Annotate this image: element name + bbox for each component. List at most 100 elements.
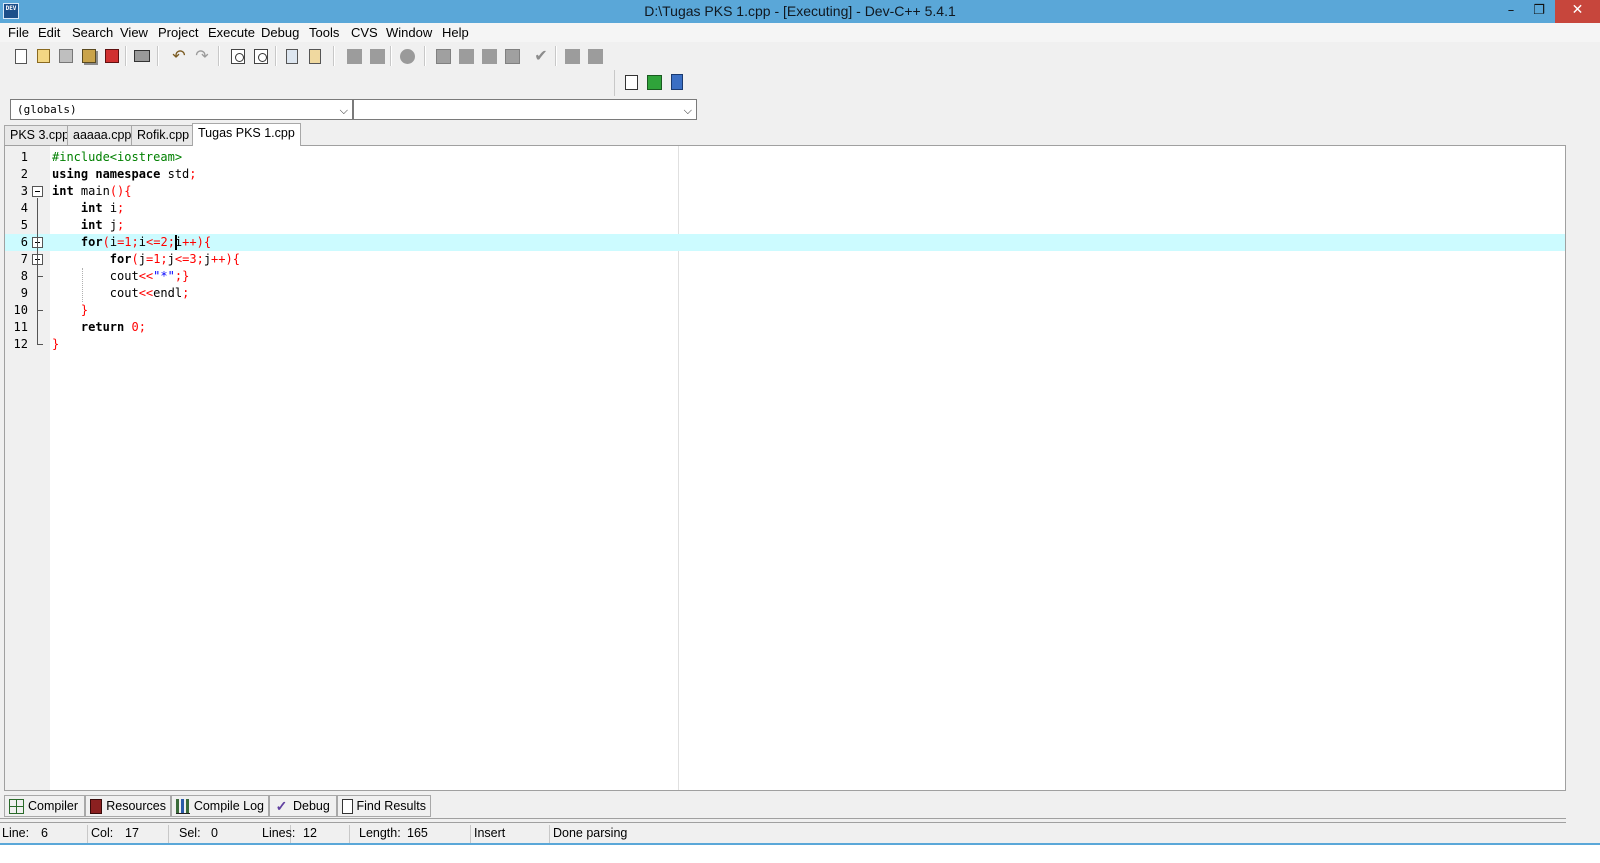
toolbar-separator: [125, 46, 127, 66]
code-text: return 0;: [80, 320, 146, 334]
code-editor[interactable]: 1 #include<iostream> 2 using namespace s…: [4, 145, 1566, 791]
status-mode: Insert: [472, 825, 550, 843]
fold-tree-end: [37, 276, 43, 277]
code-line[interactable]: 1 #include<iostream>: [5, 149, 1565, 166]
scope-select[interactable]: (globals) ⌵: [10, 99, 353, 120]
code-line[interactable]: 11 return 0;: [5, 319, 1565, 336]
code-line[interactable]: 9 cout<<endl;: [5, 285, 1565, 302]
line-number: 9: [20, 286, 28, 300]
new-file-icon[interactable]: [11, 46, 31, 66]
window-title: D:\Tugas PKS 1.cpp - [Executing] - Dev-C…: [644, 3, 956, 19]
code-line[interactable]: 2 using namespace std;: [5, 166, 1565, 183]
secondary-toolbar: [614, 70, 690, 96]
open-project-icon[interactable]: [33, 46, 53, 66]
line-number: 8: [20, 269, 28, 283]
code-line[interactable]: 10 }: [5, 302, 1565, 319]
goto-line-icon[interactable]: [621, 72, 641, 92]
menu-window[interactable]: Window: [386, 25, 432, 40]
insert-bookmark-icon[interactable]: [667, 72, 687, 92]
compile-run-icon[interactable]: [479, 46, 499, 66]
menu-edit[interactable]: Edit: [38, 25, 60, 40]
status-lines-label: Lines:: [262, 826, 296, 840]
menu-tools[interactable]: Tools: [309, 25, 339, 40]
code-line[interactable]: 7 for(j=1;j<=3;j++){: [5, 251, 1565, 268]
status-message: Done parsing: [553, 826, 628, 840]
code-line[interactable]: 5 int j;: [5, 217, 1565, 234]
code-text: for(j=1;j<=3;j++){: [109, 252, 240, 266]
tab-find-results[interactable]: Find Results: [337, 795, 431, 817]
replace-icon[interactable]: [251, 46, 271, 66]
tab-resources-label: Resources: [106, 799, 166, 813]
line-number: 1: [20, 150, 28, 164]
restore-button[interactable]: ❐: [1524, 0, 1554, 23]
syntax-check-icon[interactable]: ✔: [531, 46, 551, 66]
goto-back-icon[interactable]: [344, 46, 364, 66]
indent-icon[interactable]: [282, 46, 302, 66]
toolbar-separator: [555, 46, 557, 66]
editor-tabs: PKS 3.cpp aaaaa.cpp Rofik.cpp Tugas PKS …: [0, 123, 1600, 146]
profile-icon[interactable]: [585, 46, 605, 66]
code-line[interactable]: 3 int main(){: [5, 183, 1565, 200]
tab-compile-log[interactable]: Compile Log: [171, 795, 269, 817]
rebuild-icon[interactable]: [502, 46, 522, 66]
menu-execute[interactable]: Execute: [208, 25, 255, 40]
tab-resources[interactable]: Resources: [85, 795, 171, 817]
add-to-project-icon[interactable]: [644, 72, 664, 92]
save-icon[interactable]: [56, 46, 76, 66]
code-text: int main(){: [52, 184, 132, 198]
close-file-icon[interactable]: [102, 46, 122, 66]
line-number: 12: [13, 337, 28, 351]
fold-tree-line: [37, 198, 38, 345]
status-sel-value: 0: [211, 826, 218, 840]
save-all-icon[interactable]: [79, 46, 99, 66]
status-length-value: 165: [407, 826, 428, 840]
print-icon[interactable]: [132, 46, 152, 66]
bookmark-icon[interactable]: [397, 46, 417, 66]
scope-select-value: (globals): [17, 103, 77, 116]
status-line-value: 6: [41, 826, 48, 840]
redo-icon[interactable]: ↷: [192, 46, 212, 66]
code-line-current[interactable]: 6 for(i=1;i<=2;i++){: [5, 234, 1565, 251]
splitter-bar[interactable]: [0, 818, 1566, 823]
tab-compiler[interactable]: Compiler: [4, 795, 85, 817]
title-bar: DEV D:\Tugas PKS 1.cpp - [Executing] - D…: [0, 0, 1600, 23]
menu-debug[interactable]: Debug: [261, 25, 299, 40]
undo-icon[interactable]: ↶: [169, 46, 189, 66]
menu-project[interactable]: Project: [158, 25, 198, 40]
text-caret: [175, 235, 177, 250]
status-length-label: Length:: [359, 826, 401, 840]
debug-check-icon: ✓: [275, 798, 288, 814]
fold-collapse-icon[interactable]: [32, 186, 43, 197]
menu-view[interactable]: View: [120, 25, 148, 40]
find-icon[interactable]: [228, 46, 248, 66]
member-select[interactable]: ⌵: [353, 99, 697, 120]
status-length: Length: 165: [357, 825, 471, 843]
status-line-label: Line:: [2, 826, 30, 840]
tab-compile-log-label: Compile Log: [193, 799, 264, 813]
menu-cvs[interactable]: CVS: [351, 25, 378, 40]
code-line[interactable]: 4 int i;: [5, 200, 1565, 217]
tab-compiler-label: Compiler: [28, 799, 79, 813]
code-line[interactable]: 8 cout<<"*";}: [5, 268, 1565, 285]
goto-forward-icon[interactable]: [367, 46, 387, 66]
tab-debug[interactable]: ✓ Debug: [269, 795, 337, 817]
menu-help[interactable]: Help: [442, 25, 469, 40]
chevron-down-icon: ⌵: [339, 104, 348, 117]
tab-rofik[interactable]: Rofik.cpp: [131, 125, 196, 145]
code-text: cout<<"*";}: [52, 269, 190, 283]
tab-pks-3[interactable]: PKS 3.cpp: [4, 125, 76, 145]
indent-guide: [82, 268, 83, 302]
tab-aaaaa[interactable]: aaaaa.cpp: [67, 125, 138, 145]
code-line[interactable]: 12 }: [5, 336, 1565, 353]
debug-icon[interactable]: [562, 46, 582, 66]
compile-icon[interactable]: [433, 46, 453, 66]
line-number: 4: [20, 201, 28, 215]
unindent-icon[interactable]: [305, 46, 325, 66]
run-icon[interactable]: [456, 46, 476, 66]
minimize-button[interactable]: –: [1496, 0, 1526, 23]
menu-search[interactable]: Search: [72, 25, 113, 40]
tab-tugas-pks-1[interactable]: Tugas PKS 1.cpp: [192, 123, 301, 146]
close-window-button[interactable]: ✕: [1555, 0, 1600, 23]
toolbar-separator: [275, 46, 277, 66]
menu-file[interactable]: File: [8, 25, 29, 40]
